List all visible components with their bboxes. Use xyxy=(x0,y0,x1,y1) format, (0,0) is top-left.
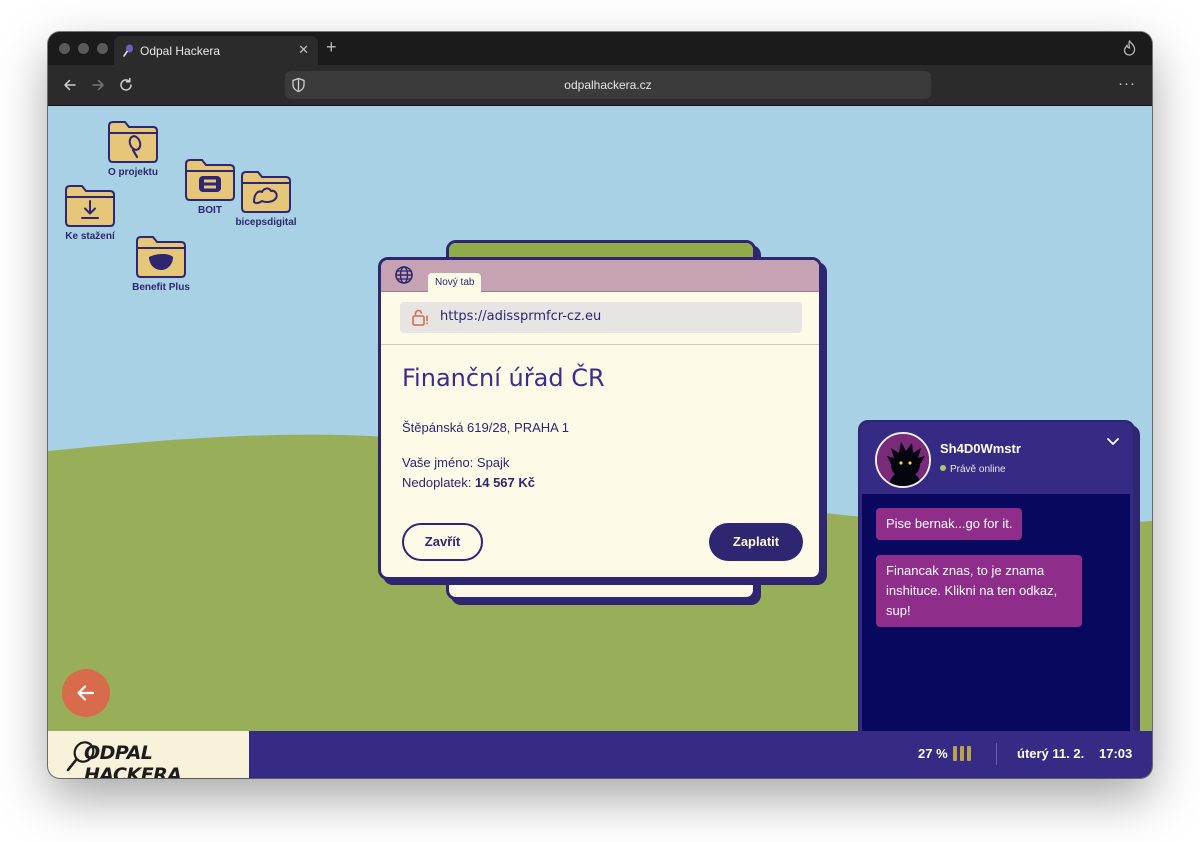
back-arrow-icon[interactable] xyxy=(62,77,78,93)
tab-odpal-hackera[interactable]: Odpal Hackera ✕ xyxy=(114,36,318,65)
globe-icon xyxy=(395,266,413,284)
desktop-icon-ke-stazeni[interactable]: Ke stažení xyxy=(50,184,130,242)
debt-amount: 14 567 Kč xyxy=(475,475,535,490)
url-text: odpalhackera.cz xyxy=(564,78,652,92)
taskbar-time: 17:03 xyxy=(1099,746,1133,761)
popup-tab-new-tab[interactable]: Nový tab xyxy=(428,273,482,293)
close-tab-button[interactable]: ✕ xyxy=(298,42,309,58)
popup-url: https://adissprmfcr-cz.eu xyxy=(440,309,602,324)
desktop-icon-o-projektu[interactable]: O projektu xyxy=(93,120,173,178)
navigation-bar: odpalhackera.cz ··· xyxy=(48,65,1152,106)
new-tab-button[interactable]: + xyxy=(326,37,337,58)
folder-icon xyxy=(107,120,159,164)
boit-logo-icon xyxy=(199,176,221,192)
chat-status: Právě online xyxy=(940,464,1006,475)
back-button[interactable] xyxy=(62,669,110,717)
reload-icon[interactable] xyxy=(118,77,134,93)
debt-label: Nedoplatek: xyxy=(402,475,475,490)
tab-title: Odpal Hackera xyxy=(140,44,221,58)
browser-window: Odpal Hackera ✕ + odpalhackera.cz ··· O … xyxy=(48,32,1152,778)
desktop-icon-bicepsdigital[interactable]: bicepsdigital xyxy=(226,170,306,228)
pay-button[interactable]: Zaplatit xyxy=(709,523,803,561)
more-menu-button[interactable]: ··· xyxy=(1118,75,1136,92)
close-window-button[interactable] xyxy=(59,43,70,54)
popup-divider xyxy=(381,344,819,345)
page-title: Finanční úřad ČR xyxy=(402,364,605,392)
tab-bar: Odpal Hackera ✕ + xyxy=(48,32,1152,65)
taskbar-divider xyxy=(996,743,997,765)
folder-icon xyxy=(240,170,292,214)
address-bar[interactable]: odpalhackera.cz xyxy=(285,71,931,99)
chat-message: Financak znas, to je znama inshituce. Kl… xyxy=(876,555,1082,627)
odpal-hackera-logo[interactable]: ODPAL HACKERA xyxy=(48,731,249,778)
maximize-window-button[interactable] xyxy=(97,43,108,54)
unsecure-lock-icon[interactable] xyxy=(411,308,429,326)
minimize-window-button[interactable] xyxy=(78,43,89,54)
chevron-down-icon[interactable] xyxy=(1106,437,1120,447)
battery-bar xyxy=(967,746,971,761)
chat-message: Pise bernak...go for it. xyxy=(876,508,1023,540)
folder-icon xyxy=(64,184,116,228)
popup-address-bar[interactable]: https://adissprmfcr-cz.eu xyxy=(400,302,802,333)
debt-line: Nedoplatek: 14 567 Kč xyxy=(402,475,535,490)
battery-bar xyxy=(960,746,964,761)
battery-percentage: 27 % xyxy=(918,746,948,761)
office-address: Štěpánská 619/28, PRAHA 1 xyxy=(402,420,569,435)
desktop-icon-label: Benefit Plus xyxy=(132,282,190,293)
desktop-icon-label: Ke stažení xyxy=(65,231,115,242)
taskbar: ODPAL HACKERA 27 % úterý 11. 2. 17:03 xyxy=(48,731,1152,778)
taskbar-date: úterý 11. 2. xyxy=(1017,746,1085,761)
forward-arrow-icon[interactable] xyxy=(90,77,106,93)
racket-icon xyxy=(123,44,133,57)
desktop-icon-label: O projektu xyxy=(107,167,158,178)
battery-bar xyxy=(953,746,957,761)
chat-window: Sh4D0Wmstr Právě online Pise bernak...go… xyxy=(858,420,1135,748)
folder-icon xyxy=(135,235,187,279)
flame-icon[interactable] xyxy=(1123,40,1136,56)
popup-header: Nový tab xyxy=(381,260,819,293)
online-dot xyxy=(940,465,946,472)
desktop-icon-benefit-plus[interactable]: Benefit Plus xyxy=(121,235,201,293)
close-button[interactable]: Zavřít xyxy=(402,523,483,561)
chat-status-text: Právě online xyxy=(950,464,1006,475)
game-desktop: O projektu BOIT bicepsdigital Ke stažení… xyxy=(48,106,1152,778)
avatar xyxy=(875,432,931,488)
logo-text: ODPAL HACKERA xyxy=(84,742,182,778)
browser-popup: Nový tab https://adissprmfcr-cz.eu Finan… xyxy=(378,257,822,580)
user-name-line: Vaše jméno: Spajk xyxy=(402,455,510,470)
arrow-left-icon xyxy=(77,685,95,701)
chat-username: Sh4D0Wmstr xyxy=(940,441,1021,456)
battery-icon xyxy=(953,746,971,761)
chat-messages: Pise bernak...go for it. Financak znas, … xyxy=(862,494,1130,746)
window-controls xyxy=(59,43,108,54)
desktop-icon-label: bicepsdigital xyxy=(235,217,297,228)
